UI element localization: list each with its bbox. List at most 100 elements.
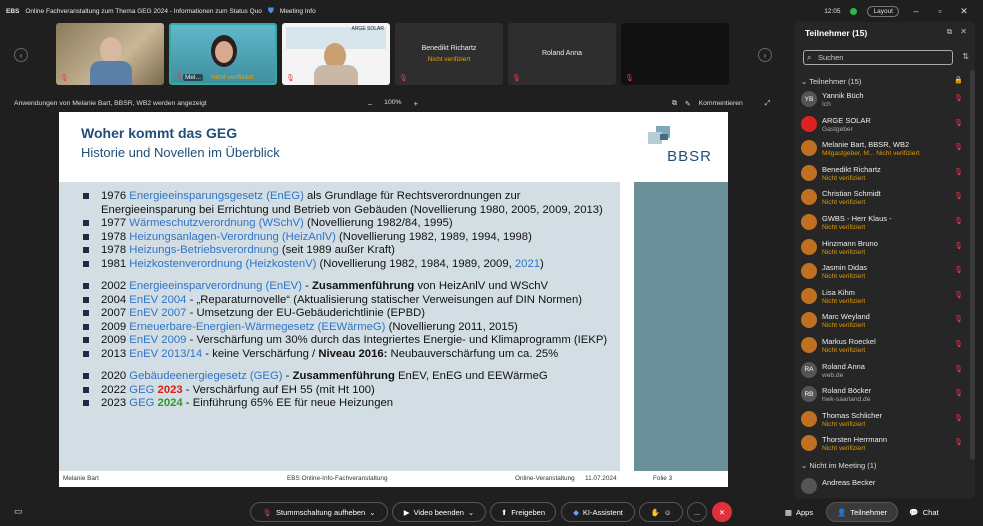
mic-off-icon: 🎙: [262, 507, 272, 517]
meeting-info-link[interactable]: Meeting Info: [280, 8, 316, 15]
list-item: 2022 GEG 2023 - Verschärfung auf EH 55 (…: [83, 384, 628, 398]
search-input[interactable]: ⌕ Suchen: [803, 50, 953, 65]
participant-row[interactable]: Thomas Schlicher Nicht verifiziert 🎙: [801, 409, 963, 433]
close-window-button[interactable]: ✕: [957, 6, 971, 17]
leave-button[interactable]: ✕: [712, 502, 732, 522]
person-body: [90, 61, 132, 85]
footer-center: EBS Online-Info-Fachveranstaltung: [287, 475, 388, 482]
participant-row[interactable]: Andreas Becker: [801, 476, 961, 500]
video-tile-4[interactable]: Benedikt Richartz Nicht verifiziert 🎙: [395, 23, 503, 85]
chevron-down-icon: ⌄: [467, 507, 475, 517]
video-tile-5[interactable]: Roland Anna 🎙: [508, 23, 616, 85]
participant-name: ARGE SOLAR: [822, 115, 871, 125]
list-item: 2002 Energieeinsparverordnung (EnEV) - Z…: [83, 280, 628, 294]
next-page-button[interactable]: ›: [758, 48, 772, 62]
participant-status: Nicht verifiziert: [822, 420, 866, 428]
participant-status: Gastgeber: [822, 125, 853, 133]
avatar: RB: [801, 386, 817, 403]
avatar: [801, 410, 817, 427]
participant-row[interactable]: Markus Roeckel Nicht verifiziert 🎙: [801, 335, 963, 359]
avatar: [801, 164, 817, 181]
participant-row[interactable]: ARGE SOLAR Gastgeber 🎙: [801, 114, 963, 138]
popout-icon[interactable]: ⧉: [947, 27, 953, 37]
participant-row[interactable]: Marc Weyland Nicht verifiziert 🎙: [801, 310, 963, 334]
shield-icon: ⛊: [267, 6, 274, 15]
participant-row[interactable]: Christian Schmidt Nicht verifiziert 🎙: [801, 187, 963, 211]
avatar: [801, 115, 817, 132]
list-item: 2009 Erneuerbare-Energien-Wärmegesetz (E…: [83, 321, 628, 335]
participant-row[interactable]: Thorsten Herrmann Nicht verifiziert 🎙: [801, 433, 963, 457]
participant-status: Nicht verifiziert: [822, 224, 866, 231]
mic-off-icon: 🎙: [954, 316, 963, 324]
share-button[interactable]: ⬆ Freigeben: [490, 502, 556, 522]
maximize-button[interactable]: ▫: [933, 6, 947, 16]
minimize-button[interactable]: –: [909, 6, 923, 16]
participant-status: Nicht verifiziert: [822, 347, 866, 354]
participant-row[interactable]: GWBS - Herr Klaus - Nicht verifiziert 🎙: [801, 212, 963, 236]
meeting-stage: ‹ › 🎙 🎙 Mel... Nicht verifiziert ARGE SO…: [0, 22, 792, 498]
participant-status: Nicht verifiziert: [822, 445, 866, 453]
participant-row[interactable]: YB Yannik Büch Ich 🎙: [801, 89, 963, 113]
close-icon[interactable]: ✕: [960, 27, 967, 37]
prev-page-button[interactable]: ‹: [14, 48, 28, 62]
chevron-down-icon: ⌄: [369, 507, 376, 517]
mic-off-icon: 🎙: [954, 119, 963, 127]
mic-off-icon: 🎙: [954, 242, 963, 250]
chat-icon: 💬: [909, 507, 919, 517]
participant-row[interactable]: Benedikt Richartz Nicht verifiziert 🎙: [801, 163, 963, 187]
participant-row[interactable]: Jasmin Didas Nicht verifiziert 🎙: [801, 261, 963, 285]
stop-video-button[interactable]: ▶ Video beenden ⌄: [392, 502, 486, 522]
layout-button[interactable]: Layout: [867, 5, 899, 17]
participant-name: Christian Schmidt: [822, 189, 881, 199]
zoom-in-button[interactable]: +: [414, 99, 418, 108]
list-item: 1978 Heizungsanlagen-Verordnung (HeizAnl…: [83, 231, 628, 245]
participant-row[interactable]: RB Roland Böcker hwk-saarland.de 🎙: [801, 384, 963, 408]
mic-off-icon: 🎙: [954, 218, 963, 225]
section-header-in-meeting[interactable]: ⌄ Teilnehmer (15): [801, 77, 861, 86]
comment-button[interactable]: Kommentieren: [699, 100, 743, 108]
tile-name: Roland Anna: [541, 50, 583, 57]
fullscreen-icon[interactable]: ⤢: [765, 100, 770, 108]
apps-button[interactable]: ▦ Apps: [777, 502, 821, 522]
avatar: [801, 140, 817, 157]
panel-scrollbar[interactable]: [970, 70, 975, 460]
participant-row[interactable]: RA Roland Anna web.de 🎙: [801, 360, 963, 384]
participant-row[interactable]: Hinzmann Bruno Nicht verifiziert 🎙: [801, 237, 963, 261]
video-tile-6[interactable]: 🎙: [621, 23, 729, 85]
avatar: [801, 214, 817, 230]
tile-name: Benedikt Richartz: [421, 45, 477, 52]
status-dot-icon: [850, 7, 858, 15]
unmute-button[interactable]: 🎙 Stummschaltung aufheben ⌄: [250, 502, 388, 522]
ai-assistant-button[interactable]: ◆ KI-Assistent: [561, 502, 635, 522]
camera-icon: ▶: [403, 507, 410, 517]
participant-row[interactable]: Melanie Bart, BBSR, WB2 Mitgastgeber, M..…: [801, 138, 963, 162]
avatar: [801, 263, 817, 280]
person-face: [215, 41, 233, 63]
reactions-button[interactable]: ✋ ☺: [639, 502, 683, 522]
bbsr-logo: BBSR: [616, 124, 714, 166]
captions-icon[interactable]: ▭: [14, 506, 23, 517]
emoji-icon: ☺: [663, 507, 672, 517]
video-tile-1[interactable]: 🎙: [56, 23, 164, 85]
participant-name: Roland Böcker: [822, 386, 872, 396]
video-tile-2[interactable]: 🎙 Mel... Nicht verifiziert: [169, 23, 277, 85]
video-tile-3[interactable]: ARGE SOLAR 🎙: [282, 23, 390, 85]
popout-icon[interactable]: ⧉: [672, 100, 677, 108]
more-button[interactable]: ...: [687, 502, 707, 522]
participant-row[interactable]: Lisa Kihm Nicht verifiziert 🎙: [801, 286, 963, 310]
avatar: [801, 337, 817, 353]
chat-button[interactable]: 💬 Chat: [903, 502, 945, 522]
avatar: [801, 435, 817, 452]
participant-status: Nicht verifiziert: [822, 322, 866, 330]
chevron-down-icon: ⌄: [801, 77, 810, 86]
list-item: 1981 Heizkostenverordnung (HeizkostenV) …: [83, 258, 628, 272]
list-item-continuation: Energieeinsparung bei Errichtung und Bet…: [101, 203, 603, 216]
section-header-not-in-meeting[interactable]: ⌄ Nicht im Meeting (1): [801, 461, 876, 470]
participant-name: GWBS - Herr Klaus -: [822, 214, 892, 223]
meeting-title: Online Fachveranstaltung zum Thema GEG 2…: [25, 7, 262, 15]
participants-button[interactable]: 👤 Teilnehmer: [826, 502, 898, 522]
zoom-out-button[interactable]: –: [368, 99, 372, 108]
mic-off-icon: 🎙: [60, 75, 69, 82]
lock-icon[interactable]: 🔒: [954, 76, 963, 84]
sort-icon[interactable]: ⇅: [962, 52, 969, 61]
